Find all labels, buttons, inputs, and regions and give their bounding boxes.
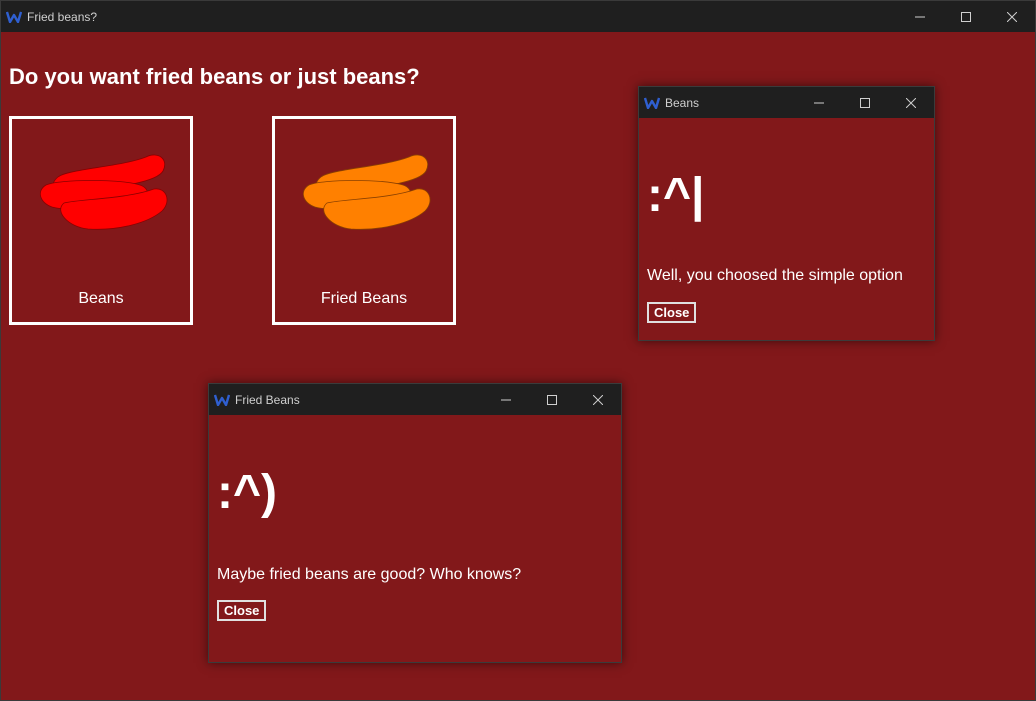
- main-titlebar[interactable]: Fried beans?: [1, 1, 1035, 32]
- beans-dialog-close-button[interactable]: Close: [647, 302, 697, 323]
- beans-dialog-message: Well, you choosed the simple option: [647, 267, 903, 284]
- close-icon[interactable]: [888, 87, 934, 118]
- beans-label: Beans: [78, 290, 124, 307]
- fried-beans-icon: [302, 154, 431, 230]
- question-heading: Do you want fried beans or just beans?: [9, 64, 420, 89]
- close-icon[interactable]: [575, 384, 621, 415]
- fried-dialog-titlebar[interactable]: Fried Beans: [209, 384, 621, 415]
- fried-beans-label: Fried Beans: [320, 290, 408, 307]
- fried-dialog-client: :^) Maybe fried beans are good? Who know…: [209, 415, 621, 662]
- maximize-icon[interactable]: [529, 384, 575, 415]
- fried-dialog-close-button[interactable]: Close: [217, 600, 267, 621]
- maximize-icon[interactable]: [842, 87, 888, 118]
- beans-dialog: Beans :^| Well, you choosed the simple o…: [638, 86, 935, 341]
- fried-beans-dialog: Fried Beans :^) Maybe fried beans are go…: [208, 383, 622, 663]
- smiley-face-emoticon: :^): [217, 466, 277, 519]
- minimize-icon[interactable]: [796, 87, 842, 118]
- beans-dialog-titlebar[interactable]: Beans: [639, 87, 934, 118]
- neutral-face-emoticon: :^|: [647, 169, 705, 222]
- fried-dialog-title: Fried Beans: [235, 392, 300, 407]
- maximize-icon[interactable]: [943, 1, 989, 32]
- beans-choice-button[interactable]: Beans: [9, 116, 193, 325]
- fried-beans-choice-button[interactable]: Fried Beans: [272, 116, 456, 325]
- main-window-title: Fried beans?: [27, 9, 98, 24]
- beans-dialog-title: Beans: [665, 95, 700, 110]
- minimize-icon[interactable]: [897, 1, 943, 32]
- app-logo-icon: [214, 393, 230, 407]
- close-icon[interactable]: [989, 1, 1035, 32]
- fried-dialog-message: Maybe fried beans are good? Who knows?: [217, 566, 522, 583]
- beans-dialog-client: :^| Well, you choosed the simple option …: [639, 118, 934, 340]
- app-logo-icon: [6, 10, 22, 24]
- beans-icon: [39, 154, 168, 230]
- minimize-icon[interactable]: [483, 384, 529, 415]
- app-logo-icon: [644, 96, 660, 110]
